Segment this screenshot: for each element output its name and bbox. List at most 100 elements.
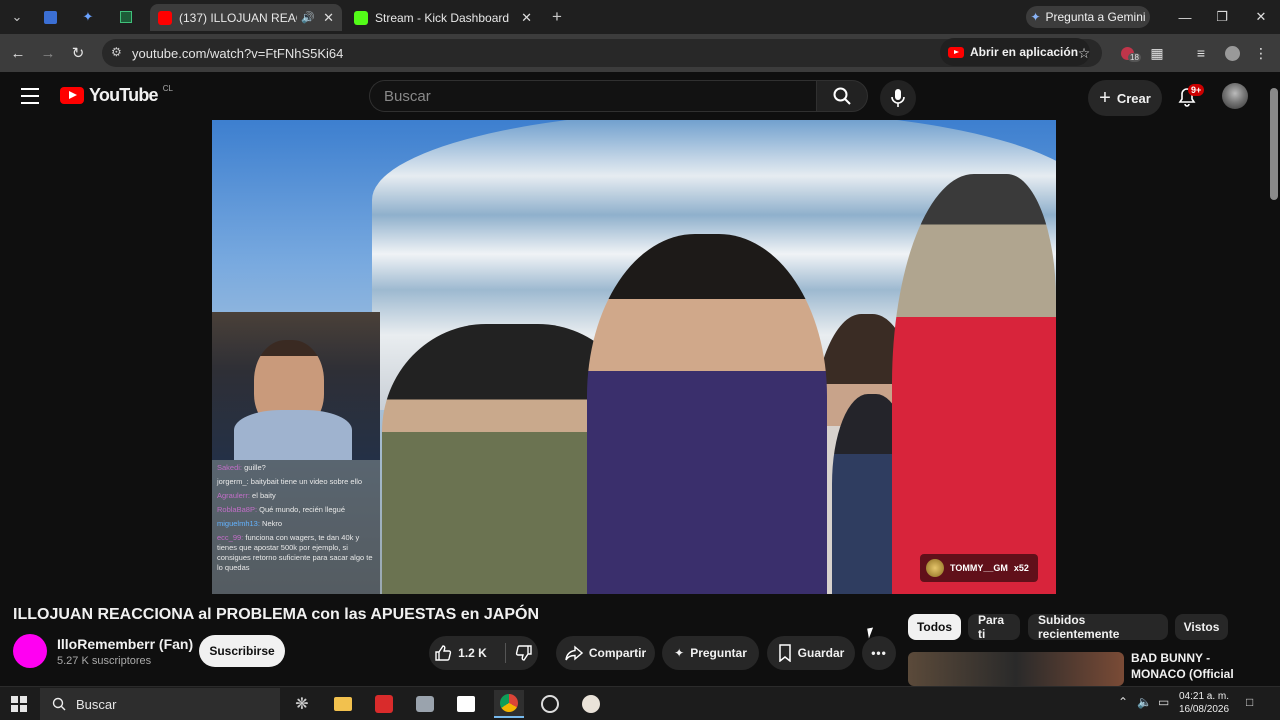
speaker-icon[interactable]: 🔊 [301,11,315,24]
share-icon [565,645,583,661]
sparkle-icon: ✦ [674,646,685,660]
close-window-button[interactable]: ✕ [1246,6,1276,28]
ask-label: Preguntar [690,646,747,660]
chat-message: Qué mundo, recién llegué [259,505,346,514]
tray-chevron-icon[interactable]: ⌃ [1118,695,1128,709]
extensions-puzzle-icon[interactable]: ▦ [1146,42,1168,64]
notification-badge: 9+ [1188,84,1205,96]
tab-title: (137) ILLOJUAN REACCION… [179,10,297,25]
reload-button[interactable]: ↻ [66,41,90,65]
video-title: ILLOJUAN REACCIONA al PROBLEMA con las A… [13,606,539,623]
gemini-icon: ✦ [1030,10,1041,24]
taskbar-app-settings-icon[interactable]: ❋ [287,690,317,718]
channel-name[interactable]: IlloRememberr (Fan) [57,636,193,652]
channel-avatar[interactable] [13,634,47,668]
pinned-tab-gemini[interactable]: ✦ [74,5,102,29]
youtube-header: YouTube CL Buscar + Crear 9+ [0,72,1268,120]
ask-button[interactable]: ✦ Preguntar [662,636,759,670]
save-button[interactable]: Guardar [767,636,855,670]
clock-date: 16/08/2026 [1178,704,1230,715]
site-info-icon[interactable]: ⚙ [111,45,122,59]
taskbar-app-gray-icon[interactable] [410,690,440,718]
search-placeholder: Buscar [384,87,431,105]
new-tab-button[interactable]: + [543,5,571,29]
region-code: CL [162,84,173,93]
chat-line: Sakedi: guille? [217,463,375,473]
pinned-tab-calendar[interactable] [36,5,64,29]
overlay-count: x52 [1013,563,1029,573]
taskbar-app-pet-icon[interactable] [576,690,606,718]
chip-para-ti[interactable]: Para ti [968,613,1020,641]
extension-icon[interactable]: 18 [1116,42,1141,64]
account-avatar[interactable] [1222,83,1248,109]
extension-badge: 18 [1128,53,1141,62]
start-button[interactable] [11,696,27,712]
chip-subidos-recientemente[interactable]: Subidos recientemente [1028,613,1168,641]
media-control-icon[interactable]: ≡ [1190,42,1212,64]
gemini-button[interactable]: ✦ Pregunta a Gemini [1026,6,1150,28]
related-thumbnail[interactable] [908,652,1124,686]
related-title[interactable]: BAD BUNNY - MONACO (Official [1131,650,1251,682]
tab-title: Stream - Kick Dashboard [375,10,510,25]
like-count: 1.2 K [458,646,487,660]
taskbar-app-red-icon[interactable] [369,690,399,718]
open-in-app-button[interactable]: Abrir en aplicación [940,38,1091,66]
close-tab-icon[interactable]: ✕ [521,10,532,26]
chat-message: baitybait tiene un video sobre ello [250,477,363,486]
restore-button[interactable]: ❐ [1207,6,1237,28]
share-button[interactable]: Compartir [556,636,655,670]
video-player[interactable]: Sakedi: guille? jorgerm_: baitybait tien… [212,120,1056,594]
video-person [587,234,827,594]
taskbar-app-circle-icon[interactable] [535,690,565,718]
taskbar-search[interactable]: Buscar [40,688,280,720]
youtube-logo[interactable]: YouTube CL [60,84,173,106]
taskbar-tradingview-icon[interactable] [451,690,481,718]
tab-youtube[interactable]: (137) ILLOJUAN REACCION… 🔊 ✕ [150,4,342,31]
like-divider [505,643,506,663]
browser-menu-icon[interactable]: ⋮ [1250,42,1272,64]
chip-todos[interactable]: Todos [908,614,961,640]
tab-kick[interactable]: Stream - Kick Dashboard ✕ [346,4,540,31]
menu-hamburger-icon[interactable] [20,86,40,106]
back-button[interactable]: ← [6,41,30,65]
search-input[interactable]: Buscar [369,80,816,112]
scrollbar-thumb[interactable] [1270,88,1278,200]
close-tab-icon[interactable]: ✕ [323,10,334,26]
more-actions-button[interactable]: ••• [862,636,896,670]
profile-icon[interactable] [1221,42,1243,64]
clock-time: 04:21 a. m. [1178,691,1230,702]
search-icon [833,87,851,105]
page-scrollbar[interactable] [1268,72,1280,686]
chat-user: Agraulerr: [217,491,250,500]
thumbs-down-icon [515,645,532,661]
chat-line: RoblaBa8P: Qué mundo, recién llegué [217,505,375,515]
youtube-wordmark: YouTube [89,85,159,105]
dislike-button[interactable] [513,643,535,663]
notification-center-icon[interactable]: □ [1246,695,1253,709]
chat-user: ecc_99: [217,533,244,542]
gift-overlay: TOMMY__GM x52 [920,554,1038,582]
bookmark-star-icon[interactable]: ☆ [1073,42,1095,64]
system-clock[interactable]: 04:21 a. m. 16/08/2026 [1178,690,1230,716]
save-label: Guardar [797,646,845,660]
tab-search-chevron-icon[interactable]: ⌄ [3,5,31,29]
forward-button[interactable]: → [36,41,60,65]
pinned-tab-app[interactable] [112,5,140,29]
chat-user: miguelmh13: [217,519,260,528]
video-person [892,174,1056,594]
medal-icon [926,559,944,577]
mouse-cursor [867,627,875,639]
search-button[interactable] [816,80,868,112]
more-dots-icon: ••• [871,646,887,660]
minimize-button[interactable]: — [1170,6,1200,28]
create-button[interactable]: + Crear [1088,80,1162,116]
chat-message: el baity [252,491,276,500]
volume-icon[interactable]: 🔈 [1137,695,1152,709]
chip-vistos[interactable]: Vistos [1175,614,1228,640]
taskbar-chrome-icon[interactable] [494,690,524,718]
subscribe-button[interactable]: Suscribirse [199,635,285,667]
thumbs-up-icon [435,645,452,661]
network-icon[interactable]: ▭ [1158,695,1169,709]
voice-search-button[interactable] [880,80,916,116]
taskbar-file-explorer-icon[interactable] [328,690,358,718]
